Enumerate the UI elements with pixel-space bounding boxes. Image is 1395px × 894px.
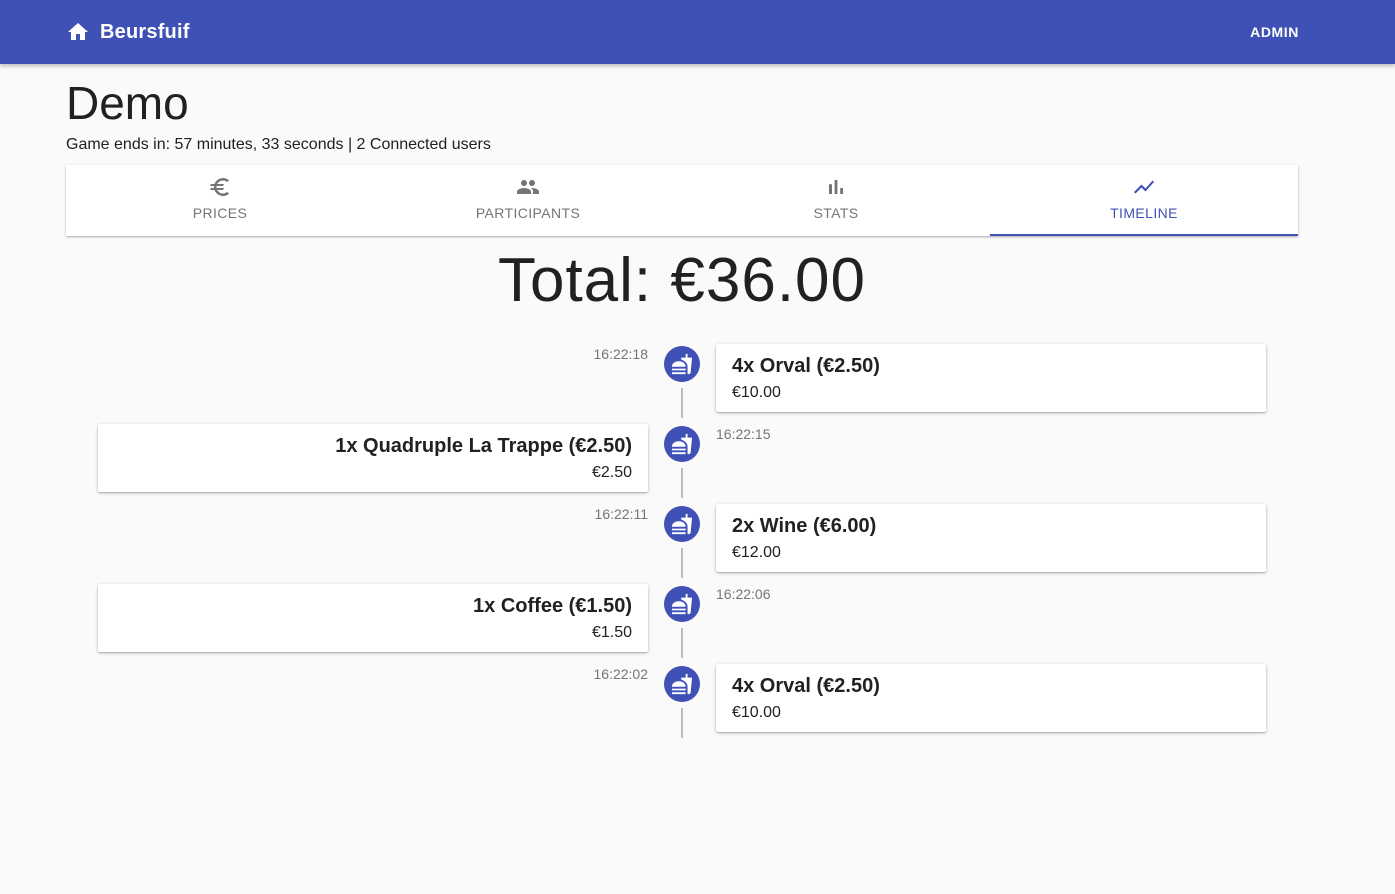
timeline-item: 4x Orval (€2.50) <box>732 675 880 697</box>
timeline-item: 4x Orval (€2.50) <box>732 355 880 377</box>
timeline-amount: €12.00 <box>732 544 781 561</box>
home-link[interactable]: Beursfuif <box>66 18 190 46</box>
timeline-dot <box>664 346 700 382</box>
timeline-time: 16:22:18 <box>593 346 649 362</box>
timeline-connector <box>681 468 683 498</box>
bar-chart-icon <box>829 180 843 194</box>
timeline-amount: €10.00 <box>732 384 781 401</box>
timeline-dot <box>664 426 700 462</box>
game-title: Demo <box>66 77 189 129</box>
timeline-connector <box>681 548 683 578</box>
euro-icon <box>210 178 229 196</box>
timeline-connector <box>681 628 683 658</box>
timeline-dot <box>664 666 700 702</box>
fastfood-icon <box>671 433 693 455</box>
tab-stats[interactable]: STATS <box>682 165 990 236</box>
fastfood-icon <box>671 353 693 375</box>
tab-bar: PRICES PARTICIPANTS STATS TIMELINE <box>66 165 1298 236</box>
tab-label: PARTICIPANTS <box>475 205 581 221</box>
timeline-amount: €10.00 <box>732 704 781 721</box>
timeline-amount: €2.50 <box>591 464 632 481</box>
admin-button[interactable]: ADMIN <box>1250 20 1299 44</box>
tab-label: TIMELINE <box>1110 205 1178 221</box>
timeline-time: 16:22:15 <box>716 426 771 442</box>
fastfood-icon <box>671 673 693 695</box>
timeline-connector <box>681 708 683 738</box>
timeline-item: 1x Coffee (€1.50) <box>473 595 632 617</box>
timeline-card: 1x Quadruple La Trappe (€2.50) €2.50 <box>98 424 648 492</box>
timeline-card: 1x Coffee (€1.50) €1.50 <box>98 584 648 652</box>
timeline-item: 2x Wine (€6.00) <box>732 515 877 537</box>
timeline-time: 16:22:11 <box>594 506 648 522</box>
fastfood-icon <box>671 513 693 535</box>
tab-label: STATS <box>813 205 859 221</box>
timeline-icon <box>1134 180 1154 194</box>
timeline-item: 1x Quadruple La Trappe (€2.50) <box>335 435 632 457</box>
timeline-card: 4x Orval (€2.50) €10.00 <box>716 344 1266 412</box>
people-icon <box>517 180 539 194</box>
timeline-card: 4x Orval (€2.50) €10.00 <box>716 664 1266 732</box>
app-title: Beursfuif <box>100 20 190 43</box>
timeline-card: 2x Wine (€6.00) €12.00 <box>716 504 1266 572</box>
game-status: Game ends in: 57 minutes, 33 seconds | 2… <box>66 136 491 153</box>
timeline-connector <box>681 388 683 418</box>
timeline-total: Total: €36.00 <box>497 246 867 315</box>
timeline-dot <box>664 506 700 542</box>
tab-participants[interactable]: PARTICIPANTS <box>374 165 682 236</box>
timeline-dot <box>664 586 700 622</box>
fastfood-icon <box>671 593 693 615</box>
timeline-amount: €1.50 <box>591 624 632 641</box>
tab-label: PRICES <box>192 205 248 221</box>
app-bar: Beursfuif ADMIN <box>0 0 1395 64</box>
tab-timeline[interactable]: TIMELINE <box>990 165 1298 236</box>
timeline-time: 16:22:02 <box>593 666 649 682</box>
timeline-time: 16:22:06 <box>716 586 771 602</box>
home-icon <box>68 23 88 40</box>
tab-prices[interactable]: PRICES <box>66 165 374 236</box>
